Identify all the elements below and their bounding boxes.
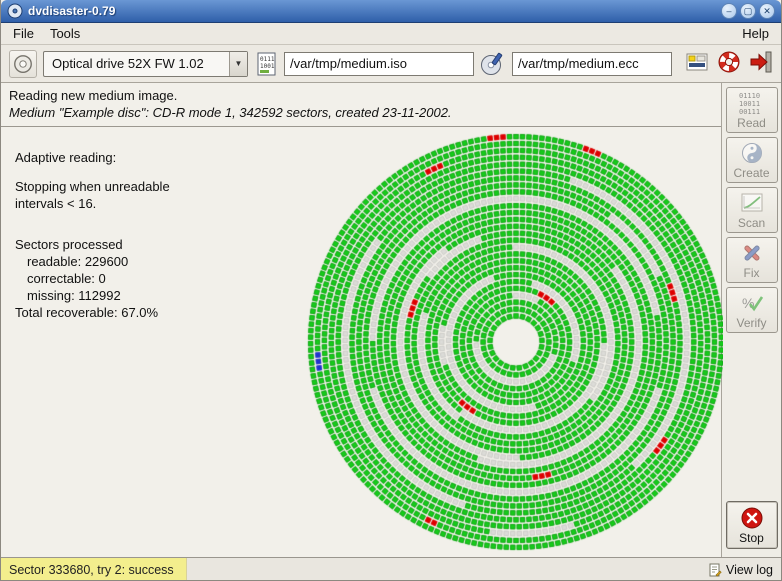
statusbar: Sector 333680, try 2: success View log [1,557,781,581]
medium-info: Medium "Example disc": CD-R mode 1, 3425… [9,105,713,120]
fix-tools-icon [740,241,764,265]
create-button-label: Create [733,166,769,180]
total-recoverable: Total recoverable: 67.0% [15,304,170,321]
status-message: Sector 333680, try 2: success [1,558,187,581]
create-button[interactable]: Create [726,137,778,183]
verify-check-icon: % [740,291,764,315]
disc-spiral [286,128,723,556]
chevron-down-icon[interactable]: ▼ [229,52,247,76]
ecc-file-icon [480,51,506,77]
verify-button-label: Verify [736,316,766,330]
log-icon [708,563,722,577]
menu-help[interactable]: Help [734,24,777,43]
menu-tools[interactable]: Tools [42,24,88,43]
stopping-line1: Stopping when unreadable [15,178,170,195]
stop-button-label: Stop [739,531,764,545]
app-window: dvdisaster-0.79 – ▢ ✕ File Tools Help Op… [0,0,782,581]
sidebar: 01110 10011 00111 Read Create [721,83,781,557]
read-button-label: Read [737,116,766,130]
read-binary-icon: 01110 10011 00111 [736,91,768,115]
minimize-button[interactable]: – [721,3,737,19]
preferences-icon [685,50,709,74]
create-yinyang-icon [740,141,764,165]
iso-file-icon: 0111 1001 [254,51,278,77]
drive-status-button[interactable] [9,50,37,78]
window-controls: – ▢ ✕ [721,3,775,19]
drive-select[interactable]: Optical drive 52X FW 1.02 ▼ [43,51,248,77]
body: Reading new medium image. Medium "Exampl… [1,83,781,557]
scan-button-label: Scan [738,216,765,230]
sectors-heading: Sectors processed [15,236,170,253]
adaptive-reading-heading: Adaptive reading: [15,149,170,166]
stop-icon [740,506,764,530]
main-area: Reading new medium image. Medium "Exampl… [1,83,721,557]
read-button[interactable]: 01110 10011 00111 Read [726,87,778,133]
operation-title: Reading new medium image. [9,88,713,103]
window-title: dvdisaster-0.79 [28,4,115,18]
svg-text:01110: 01110 [739,92,760,100]
toolbar: Optical drive 52X FW 1.02 ▼ 0111 1001 [1,45,781,83]
svg-text:0111: 0111 [260,56,275,63]
drive-select-value: Optical drive 52X FW 1.02 [44,56,229,71]
view-log-label: View log [726,563,773,577]
operation-status-panel: Reading new medium image. Medium "Exampl… [1,83,721,127]
app-icon [7,3,23,19]
lifebuoy-icon [717,50,741,74]
iso-path-input[interactable] [284,52,474,76]
menu-file[interactable]: File [5,24,42,43]
help-button[interactable] [717,50,741,77]
sectors-missing: missing: 112992 [15,287,170,304]
reading-stats: Adaptive reading: Stopping when unreadab… [15,149,170,321]
sectors-readable: readable: 229600 [15,253,170,270]
menubar: File Tools Help [1,23,781,45]
close-button[interactable]: ✕ [759,3,775,19]
scan-chart-icon [740,191,764,215]
svg-text:10011: 10011 [739,100,760,108]
fix-button[interactable]: Fix [726,237,778,283]
quit-button[interactable] [749,50,773,77]
verify-button[interactable]: % Verify [726,287,778,333]
exit-arrow-icon [749,50,773,74]
maximize-button[interactable]: ▢ [740,3,756,19]
scan-button[interactable]: Scan [726,187,778,233]
sectors-correctable: correctable: 0 [15,270,170,287]
svg-text:1001: 1001 [260,63,275,70]
stop-button[interactable]: Stop [726,501,778,549]
fix-button-label: Fix [744,266,760,280]
reading-area: Adaptive reading: Stopping when unreadab… [1,127,721,557]
stopping-line2: intervals < 16. [15,195,170,212]
svg-text:00111: 00111 [739,108,760,115]
preferences-button[interactable] [685,50,709,77]
view-log-button[interactable]: View log [700,563,781,577]
titlebar: dvdisaster-0.79 – ▢ ✕ [1,0,781,23]
ecc-path-input[interactable] [512,52,672,76]
drive-icon [12,53,34,75]
toolbar-right [685,50,773,77]
